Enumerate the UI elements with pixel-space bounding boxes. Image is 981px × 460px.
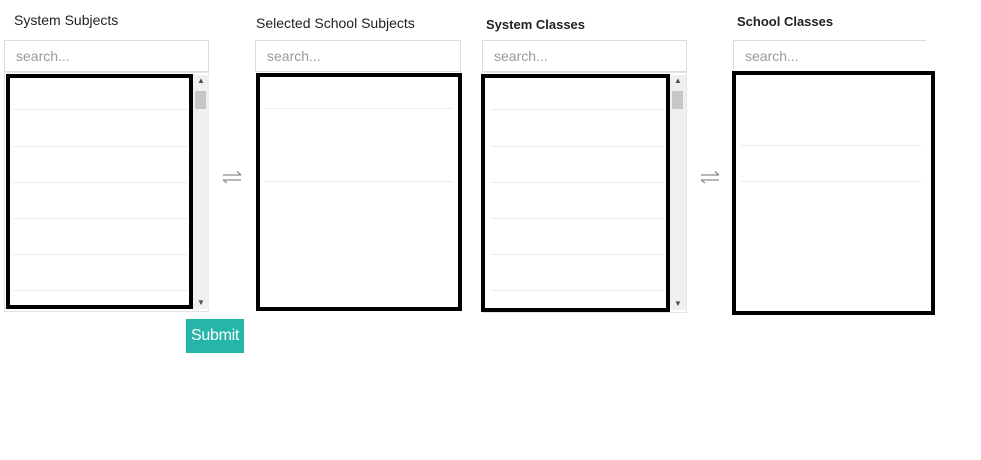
system-classes-title: System Classes [486,17,586,32]
redaction-box [256,73,462,311]
scroll-thumb[interactable] [195,91,206,109]
system-subjects-title: System Subjects [14,12,119,28]
scroll-thumb[interactable] [672,91,683,109]
double-arrow-transfer-icon[interactable] [220,170,244,184]
system-classes-scrollbar[interactable]: ▲ ▼ [670,75,686,310]
system-classes-search-input[interactable] [482,40,687,72]
selected-school-subjects-title: Selected School Subjects [256,15,415,31]
arrow-down-icon[interactable]: ▼ [670,298,686,310]
system-subjects-search-input[interactable] [4,40,209,72]
system-subjects-scrollbar[interactable]: ▲ ▼ [193,75,209,309]
school-classes-title: School Classes [737,14,834,29]
redaction-box [6,74,193,309]
arrow-down-icon[interactable]: ▼ [193,297,209,309]
school-classes-search-input[interactable] [733,40,926,72]
selected-school-subjects-search-input[interactable] [255,40,461,72]
redaction-box [732,71,935,315]
submit-button[interactable]: Submit [186,319,244,353]
arrow-up-icon[interactable]: ▲ [193,75,209,87]
arrow-up-icon[interactable]: ▲ [670,75,686,87]
redaction-box [481,74,670,312]
double-arrow-transfer-icon[interactable] [698,170,722,184]
